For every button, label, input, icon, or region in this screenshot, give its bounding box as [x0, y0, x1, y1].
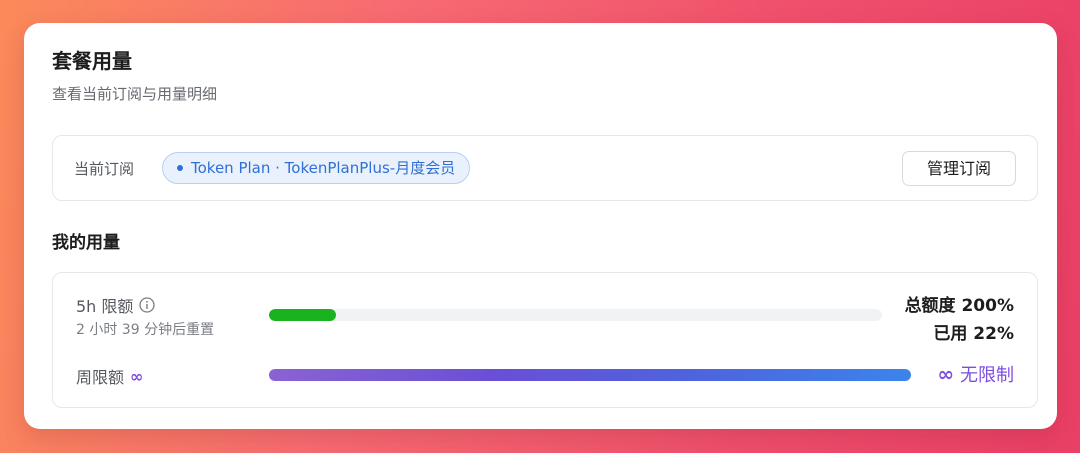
- infinity-icon: ∞: [937, 362, 954, 386]
- plan-usage-card: 套餐用量 查看当前订阅与用量明细 当前订阅 Token Plan · Token…: [24, 23, 1057, 429]
- unlimited-status: ∞ 无限制: [937, 361, 1014, 387]
- weekly-progress-bar: [269, 369, 911, 381]
- plan-badge: Token Plan · TokenPlanPlus-月度会员: [162, 152, 471, 184]
- used-quota: 已用 22%: [933, 324, 1014, 344]
- usage-section-title: 我的用量: [52, 233, 120, 253]
- five-hour-limit-label: 5h 限额: [76, 297, 134, 316]
- dot-icon: [177, 165, 183, 171]
- unlimited-text: 无限制: [960, 365, 1014, 386]
- info-circle-icon[interactable]: [139, 297, 156, 313]
- page-subtitle: 查看当前订阅与用量明细: [52, 85, 218, 103]
- subscription-label: 当前订阅: [74, 160, 135, 178]
- manage-subscription-button[interactable]: 管理订阅: [902, 151, 1016, 186]
- weekly-limit-label: 周限额: [76, 368, 125, 387]
- five-hour-progress-fill: [269, 309, 337, 321]
- five-hour-progress-bar: [269, 309, 882, 321]
- subscription-panel: 当前订阅 Token Plan · TokenPlanPlus-月度会员 管理订…: [52, 135, 1038, 201]
- weekly-limit-label-row: 周限额 ∞: [76, 364, 143, 388]
- five-hour-limit-label-row: 5h 限额: [76, 293, 156, 317]
- total-quota: 总额度 200%: [904, 296, 1014, 316]
- usage-panel: 5h 限额 2 小时 39 分钟后重置 总额度 200% 已用 22% 周限额 …: [52, 272, 1038, 408]
- plan-name: Token Plan · TokenPlanPlus-月度会员: [191, 159, 456, 177]
- reset-countdown: 2 小时 39 分钟后重置: [76, 322, 215, 338]
- page-title: 套餐用量: [52, 49, 132, 73]
- infinity-icon: ∞: [130, 366, 144, 386]
